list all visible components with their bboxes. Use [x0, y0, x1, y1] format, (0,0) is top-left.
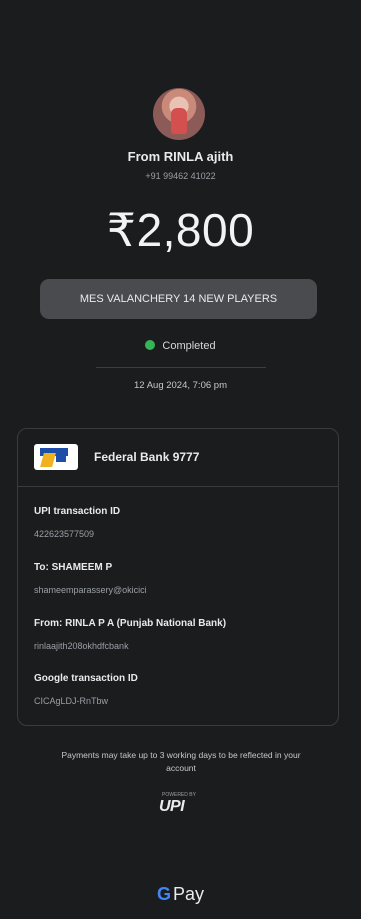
- google-transaction-id-value[interactable]: CICAgLDJ-RnTbw: [34, 696, 108, 706]
- federal-bank-logo-icon: [34, 444, 78, 470]
- upi-wordmark: UPI: [159, 798, 185, 815]
- settlement-disclaimer: Payments may take up to 3 working days t…: [61, 750, 301, 773]
- payment-status: Completed: [0, 340, 361, 352]
- gpay-logo: G Pay: [0, 884, 361, 905]
- avatar-figure: [171, 108, 187, 134]
- upi-transaction-id-label: UPI transaction ID: [34, 506, 121, 517]
- status-label: Completed: [162, 340, 216, 352]
- bank-row[interactable]: Federal Bank 9777: [18, 429, 338, 487]
- payment-amount: ₹2,800: [106, 204, 255, 256]
- recipient-upi-id[interactable]: shameemparassery@okicici: [34, 585, 147, 595]
- upi-transaction-id-value[interactable]: 422623577509: [34, 529, 94, 539]
- sender-upi-id[interactable]: rinlaajith208okhdfcbank: [34, 641, 129, 651]
- payment-note: MES VALANCHERY 14 NEW PLAYERS: [40, 279, 317, 319]
- sender-name: From RINLA ajith: [127, 149, 234, 164]
- recipient-label: To: SHAMEEM P: [34, 562, 113, 573]
- check-status-icon: [145, 340, 156, 350]
- transaction-details-screen: From RINLA ajith +91 99462 41022 ₹2,800 …: [0, 0, 361, 919]
- google-g-icon: G: [156, 884, 171, 904]
- gpay-wordmark: Pay: [172, 884, 205, 904]
- divider: [96, 367, 266, 368]
- upi-logo-icon: POWERED BY UPI: [156, 792, 202, 818]
- sender-phone: +91 99462 41022: [145, 171, 216, 181]
- google-transaction-id-label: Google transaction ID: [34, 673, 138, 684]
- sender-avatar: [153, 88, 205, 140]
- transaction-details-card: Federal Bank 9777 UPI transaction ID 422…: [17, 428, 339, 726]
- payment-datetime: 12 Aug 2024, 7:06 pm: [134, 380, 227, 391]
- sender-bank-label: From: RINLA P A (Punjab National Bank): [34, 618, 227, 629]
- bank-account-label: Federal Bank 9777: [94, 450, 200, 464]
